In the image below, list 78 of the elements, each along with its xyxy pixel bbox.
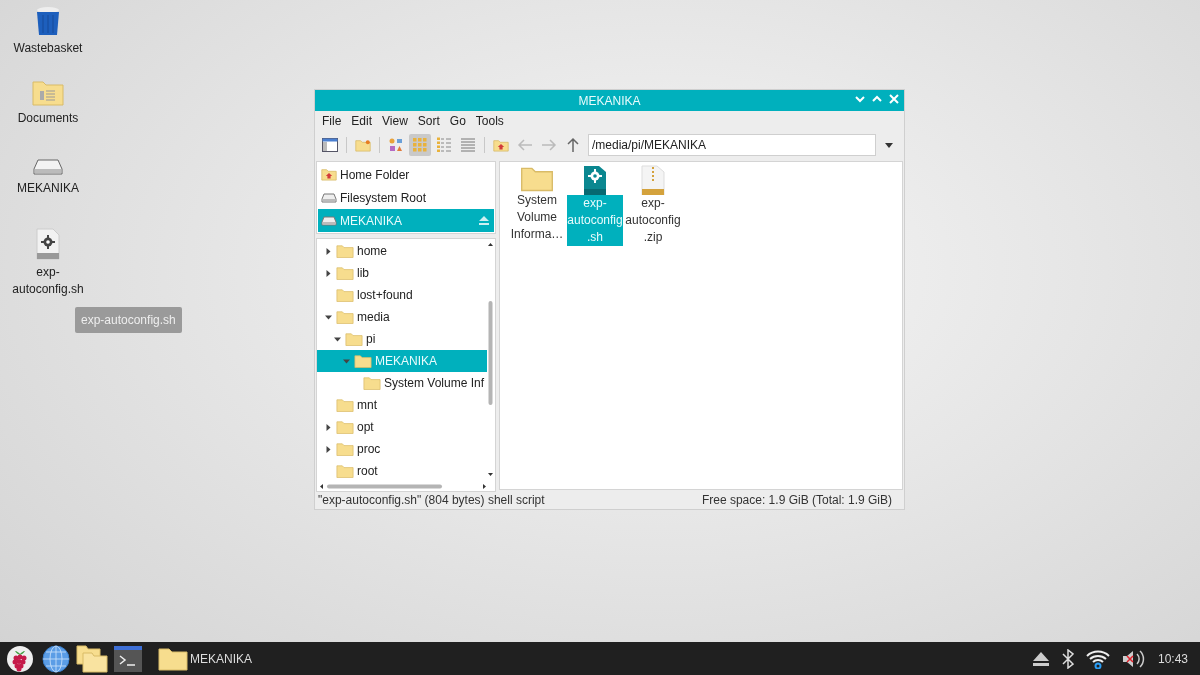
tree-item[interactable]: media <box>317 306 487 328</box>
desktop-icon[interactable]: Wastebasket <box>6 6 90 57</box>
bluetooth-icon[interactable] <box>1061 648 1074 669</box>
folder-icon <box>363 375 381 391</box>
folder-icon <box>158 646 188 671</box>
tree-item[interactable]: System Volume Inf <box>317 372 487 394</box>
expand-arrow-icon[interactable] <box>324 269 332 277</box>
desktop-icon[interactable]: MEKANIKA <box>6 158 90 197</box>
raspberry-menu-icon[interactable] <box>6 644 34 673</box>
folder-icon <box>336 287 354 303</box>
status-text: "exp-autoconfig.sh" (804 bytes) shell script <box>318 492 545 507</box>
collapse-arrow-icon[interactable] <box>324 313 332 321</box>
tooltip: exp-autoconfig.sh <box>75 307 182 333</box>
place-item[interactable]: Filesystem Root <box>318 186 494 209</box>
tree-item[interactable]: root <box>317 460 487 482</box>
up-arrow-icon <box>566 137 580 153</box>
drive-icon <box>321 215 337 226</box>
tree-item[interactable]: proc <box>317 438 487 460</box>
right-arrow-icon <box>541 138 557 152</box>
folder-icon <box>336 265 354 281</box>
folder-icon <box>345 331 363 347</box>
tree-item[interactable]: pi <box>317 328 487 350</box>
window-title: MEKANIKA <box>578 93 641 108</box>
menu-item[interactable]: Go <box>444 113 471 129</box>
wifi-icon[interactable] <box>1085 648 1110 669</box>
horizontal-scrollbar[interactable] <box>319 483 487 490</box>
menu-item[interactable]: Sort <box>412 113 445 129</box>
script-file-icon <box>35 228 61 260</box>
menu-item[interactable]: File <box>317 113 347 129</box>
tree-item[interactable]: home <box>317 240 487 262</box>
clock: 10:43 <box>1157 651 1188 666</box>
desktop-icon[interactable]: Documents <box>6 80 90 127</box>
place-item[interactable]: Home Folder <box>318 163 494 186</box>
compact-view-icon <box>436 137 452 153</box>
menu-item[interactable]: Tools <box>470 113 509 129</box>
drive-icon <box>321 192 337 203</box>
caret-icon <box>885 142 893 148</box>
folder-icon <box>336 441 354 457</box>
list-view-icon <box>460 137 476 153</box>
folder-icon <box>336 419 354 435</box>
zip-file-icon <box>641 165 665 195</box>
tree-item[interactable]: mnt <box>317 394 487 416</box>
left-arrow-icon <box>517 138 533 152</box>
icon-view-icon <box>412 137 428 153</box>
home-folder-icon <box>321 168 337 181</box>
tree-item[interactable]: opt <box>317 416 487 438</box>
eject-icon[interactable] <box>1031 650 1050 667</box>
folder-icon <box>354 353 372 369</box>
thumbnail-view-icon <box>388 137 404 153</box>
script-file-icon <box>583 165 607 195</box>
close-button[interactable] <box>888 93 900 105</box>
menu-item[interactable]: Edit <box>346 113 378 129</box>
minimize-button[interactable] <box>854 93 866 105</box>
tree-item[interactable]: lib <box>317 262 487 284</box>
folder-icon <box>336 397 354 413</box>
vertical-scrollbar[interactable] <box>487 241 494 479</box>
folder-icon <box>336 309 354 325</box>
muted-volume-icon[interactable] <box>1121 648 1146 669</box>
path-field[interactable]: /media/pi/MEKANIKA <box>588 134 876 156</box>
folder-icon <box>336 463 354 479</box>
globe-icon[interactable] <box>42 644 70 673</box>
expand-arrow-icon[interactable] <box>324 247 332 255</box>
zip-entry[interactable]: exp-autoconfig.zip <box>624 165 682 246</box>
folder-icon <box>32 80 64 106</box>
drive-icon <box>33 158 63 176</box>
tree-item[interactable]: lost+found <box>317 284 487 306</box>
folder-icon <box>336 243 354 259</box>
collapse-arrow-icon[interactable] <box>333 335 341 343</box>
expand-arrow-icon[interactable] <box>324 423 332 431</box>
desktop-icon[interactable]: exp-autoconfig.sh <box>6 228 90 298</box>
folder-icon <box>520 165 554 193</box>
folders-icon[interactable] <box>76 644 108 673</box>
taskbar-window-button[interactable]: MEKANIKA <box>154 643 256 674</box>
terminal-icon[interactable] <box>114 645 142 672</box>
menu-item[interactable]: View <box>377 113 413 129</box>
expand-arrow-icon[interactable] <box>324 445 332 453</box>
free-space-text: Free space: 1.9 GiB (Total: 1.9 GiB) <box>701 492 892 507</box>
folder-entry[interactable]: System Volume Informa… <box>508 165 566 244</box>
